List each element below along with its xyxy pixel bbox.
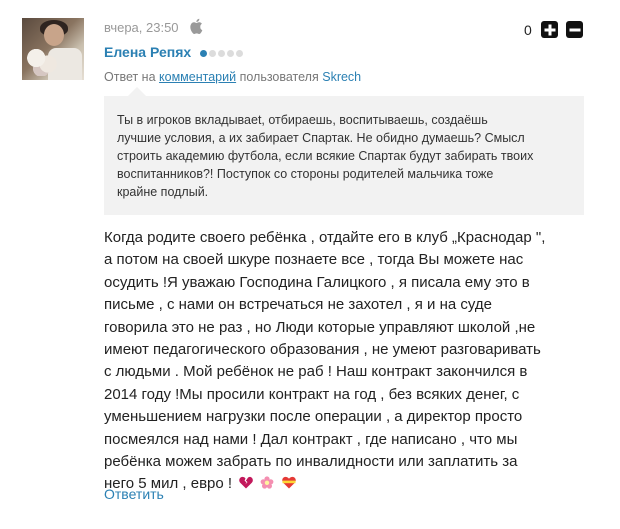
author-name[interactable]: Елена Репях	[104, 44, 191, 60]
body-line: а потом на своей шкуре познаете все , то…	[104, 251, 524, 269]
user-rating	[200, 50, 245, 68]
quote-line: строить академию футбола, если всякие Сп…	[117, 149, 534, 163]
reply-info: Ответ на комментарий пользователя Skrech	[104, 70, 361, 84]
quote-line: воспитанников?! Поступок со стороны роди…	[117, 167, 494, 181]
flower-icon	[261, 476, 274, 490]
reply-button[interactable]: Ответить	[104, 486, 164, 502]
comment-body: Когда родите своего ребёнка , отдайте ег…	[104, 227, 594, 496]
comment-time: вчера, 23:50	[104, 20, 179, 35]
broken-heart-icon	[239, 477, 254, 489]
body-line: ребёнка можем забрать по инвалидности ил…	[104, 453, 518, 471]
apple-icon	[190, 18, 203, 34]
body-line: 2014 году !Мы просили контракт на год , …	[104, 385, 520, 403]
score-value: 0	[524, 22, 532, 38]
downvote-button[interactable]	[566, 21, 583, 38]
quoted-comment: Ты в игроков вкладываеt, отбираешь, восп…	[104, 87, 584, 215]
body-line: уменьшением нагрузки после операции , а …	[104, 408, 523, 426]
reply-prefix: Ответ на	[104, 70, 156, 84]
body-line: говорила это не раз , но Люди которые уп…	[104, 318, 536, 336]
body-line: имеют педагогического образования , не у…	[104, 341, 541, 359]
quote-line: лучшие условия, а их забирает Спартак. Н…	[117, 131, 525, 145]
heart-ribbon-icon	[281, 477, 296, 489]
reply-user-link[interactable]: Skrech	[322, 70, 361, 84]
reply-middle: пользователя	[239, 70, 319, 84]
emoji-group	[236, 473, 296, 495]
body-line: с людьми . Мой ребёнок не раб ! Наш конт…	[104, 363, 528, 381]
body-line: Когда родите своего ребёнка , отдайте ег…	[104, 229, 546, 246]
body-line-last: него 5 мил , евро !	[104, 473, 594, 496]
reply-comment-link[interactable]: комментарий	[159, 70, 236, 84]
body-line: письме , с нами он встречаться не захоте…	[104, 296, 492, 314]
body-line: посмеялся над нами ! Дал контракт , где …	[104, 430, 518, 448]
quote-line: Ты в игроков вкладываеt, отбираешь, восп…	[117, 113, 488, 127]
upvote-button[interactable]	[541, 21, 558, 38]
avatar[interactable]	[22, 18, 84, 80]
quote-line: крайне подлый.	[117, 185, 209, 199]
body-line: осудить !Я уважаю Господина Галицкого , …	[104, 273, 530, 291]
